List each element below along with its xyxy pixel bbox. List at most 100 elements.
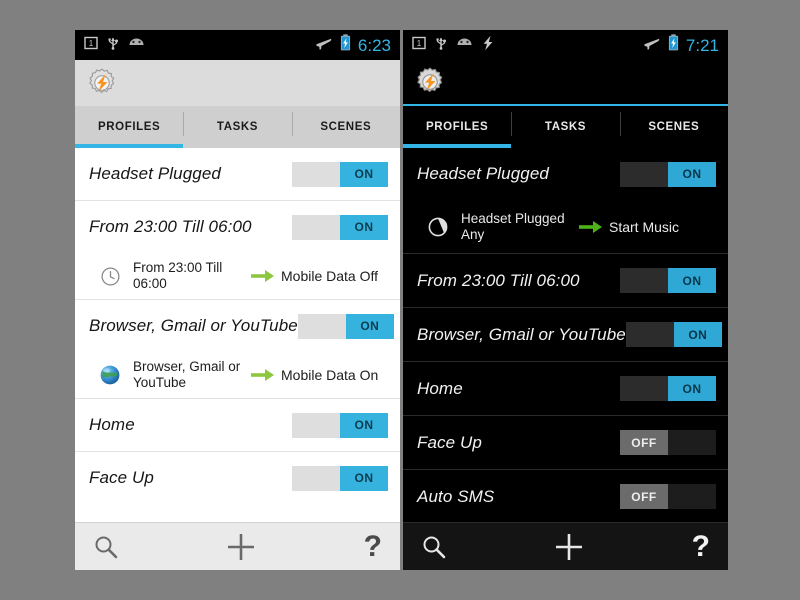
toggle-thumb: ON (345, 313, 394, 339)
globe-icon (95, 363, 125, 387)
toggle-thumb: OFF (620, 484, 668, 509)
profile-context-label: From 23:00 Till 06:00 (133, 260, 223, 291)
profiles-list: Headset Plugged ON Headset Plugged Any S… (403, 148, 728, 522)
profile-context-label: Headset Plugged Any (461, 210, 565, 242)
profile-row-night-schedule[interactable]: From 23:00 Till 06:00 ON (403, 254, 728, 307)
profile-detail-night-schedule[interactable]: From 23:00 Till 06:00 Mobile Data Off (75, 253, 400, 299)
profile-name: From 23:00 Till 06:00 (417, 270, 580, 290)
profile-name: Auto SMS (417, 486, 495, 506)
tab-bar: PROFILES TASKS SCENES (75, 106, 400, 148)
toggle-track (668, 430, 716, 455)
toggle-thumb: ON (673, 322, 722, 347)
battery-charging-icon (668, 34, 679, 56)
toggle-track (620, 268, 668, 293)
search-icon[interactable] (421, 534, 447, 560)
profiles-list: Headset Plugged ON From 23:00 Till 06:00… (75, 148, 400, 522)
clock-icon (95, 266, 125, 287)
profile-toggle[interactable]: ON (292, 161, 388, 187)
toggle-track (297, 313, 346, 339)
profile-row-headset-plugged[interactable]: Headset Plugged ON (75, 148, 400, 200)
profile-toggle[interactable]: ON (292, 412, 388, 438)
profile-name: Browser, Gmail or YouTube (89, 316, 298, 335)
tab-tasks[interactable]: TASKS (183, 106, 291, 148)
profile-name: Face Up (89, 468, 154, 487)
profile-toggle[interactable]: ON (292, 465, 388, 491)
profile-action-label: Mobile Data Off (281, 268, 379, 284)
search-icon[interactable] (93, 534, 119, 560)
svg-text:1: 1 (417, 39, 422, 48)
phone-light-theme: 1 6:23 PROFILES TASKS SCENES Headset Plu… (75, 30, 400, 570)
tab-tasks[interactable]: TASKS (511, 106, 619, 148)
status-bar-right-icons: 7:21 (643, 34, 719, 56)
profile-name: Face Up (417, 432, 482, 452)
profile-detail-headset-plugged[interactable]: Headset Plugged Any Start Music (403, 200, 728, 253)
airplane-mode-icon (315, 35, 333, 56)
status-bar-clock: 7:21 (685, 35, 719, 55)
profile-detail-browser-gmail-youtube[interactable]: Browser, Gmail or YouTube Mobile Data On (75, 352, 400, 398)
status-bar-left-icons: 1 (84, 35, 145, 55)
profile-row-night-schedule[interactable]: From 23:00 Till 06:00 ON (75, 201, 400, 253)
toggle-thumb: ON (340, 161, 388, 187)
help-button[interactable]: ? (692, 531, 710, 562)
status-bar: 1 6:23 (75, 30, 400, 60)
bolt-icon (482, 35, 494, 56)
profile-toggle[interactable]: ON (620, 268, 716, 293)
toggle-track (292, 214, 340, 240)
profile-row-home[interactable]: Home ON (75, 399, 400, 451)
toggle-track (292, 465, 340, 491)
arrow-right-icon (245, 367, 281, 383)
tab-bar: PROFILES TASKS SCENES (403, 106, 728, 148)
toggle-thumb: ON (668, 376, 716, 401)
bottom-toolbar: ? (75, 522, 400, 570)
profile-row-face-up[interactable]: Face Up ON (75, 452, 400, 504)
toggle-thumb: ON (340, 465, 388, 491)
toggle-thumb: ON (340, 214, 388, 240)
profile-toggle[interactable]: OFF (620, 484, 716, 509)
profile-row-home[interactable]: Home ON (403, 362, 728, 415)
profile-row-headset-plugged[interactable]: Headset Plugged ON (403, 148, 728, 200)
phone-dark-theme: 1 7:21 PROFILES TASKS SCENES Headset Plu… (403, 30, 728, 570)
profile-toggle[interactable]: ON (620, 161, 716, 187)
profile-toggle[interactable]: ON (297, 313, 394, 339)
status-bar-left-icons: 1 (412, 35, 494, 56)
status-bar-right-icons: 6:23 (315, 34, 391, 56)
tab-scenes[interactable]: SCENES (291, 106, 400, 148)
tasker-gear-bolt-icon[interactable] (413, 65, 447, 99)
usb-icon (435, 35, 447, 55)
profile-name: Headset Plugged (89, 164, 221, 183)
android-debug-icon (128, 36, 145, 54)
usb-icon (107, 35, 119, 55)
profile-name: Home (89, 415, 135, 434)
status-bar-clock: 6:23 (357, 35, 391, 55)
profile-row-browser-gmail-youtube[interactable]: Browser, Gmail or YouTube ON (403, 308, 728, 361)
arrow-right-icon (573, 219, 609, 235)
toggle-thumb: ON (668, 268, 716, 293)
profile-toggle[interactable]: ON (625, 322, 722, 347)
action-bar (403, 60, 728, 106)
airplane-mode-icon (643, 35, 661, 56)
profile-action-label: Start Music (609, 218, 680, 235)
help-button[interactable]: ? (364, 531, 382, 562)
profile-row-browser-gmail-youtube[interactable]: Browser, Gmail or YouTube ON (75, 300, 400, 352)
toggle-thumb: ON (668, 161, 716, 187)
profile-row-face-up[interactable]: Face Up OFF (403, 416, 728, 469)
toggle-track (292, 412, 340, 438)
plus-icon[interactable] (119, 530, 364, 564)
profile-toggle[interactable]: OFF (620, 430, 716, 455)
sim-card-icon: 1 (84, 36, 98, 55)
status-bar: 1 7:21 (403, 30, 728, 60)
tab-scenes[interactable]: SCENES (619, 106, 728, 148)
tab-profiles[interactable]: PROFILES (75, 106, 183, 148)
screenshot-stage: 1 6:23 PROFILES TASKS SCENES Headset Plu… (0, 0, 800, 600)
toggle-track (625, 322, 674, 347)
tasker-gear-bolt-icon[interactable] (85, 66, 119, 100)
profile-toggle[interactable]: ON (620, 376, 716, 401)
tab-profiles[interactable]: PROFILES (403, 106, 511, 148)
plus-icon[interactable] (447, 530, 692, 564)
profile-context-label: Browser, Gmail or YouTube (133, 359, 241, 390)
sim-card-icon: 1 (412, 36, 426, 55)
toggle-thumb: ON (340, 412, 388, 438)
profile-toggle[interactable]: ON (292, 214, 388, 240)
profile-row-auto-sms[interactable]: Auto SMS OFF (403, 470, 728, 522)
battery-charging-icon (340, 34, 351, 56)
